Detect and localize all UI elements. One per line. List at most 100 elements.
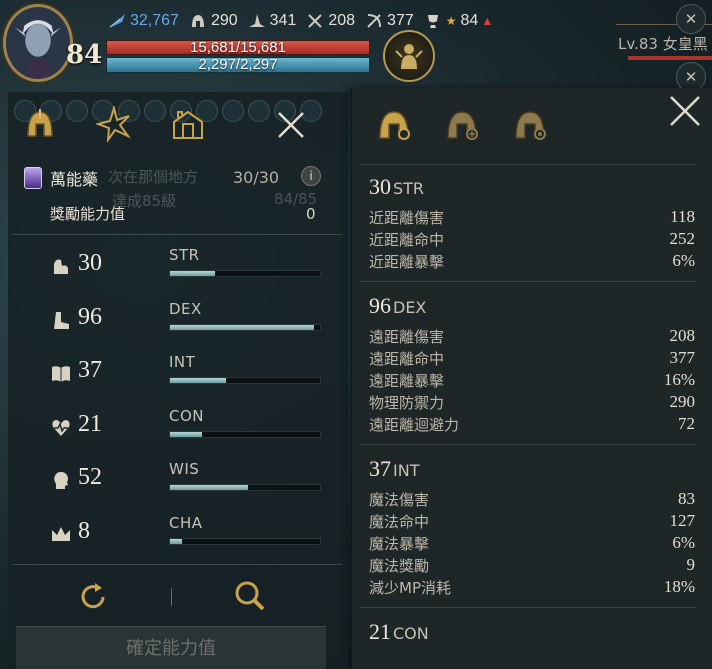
player-level: 84: [66, 40, 103, 70]
separator: [171, 588, 172, 606]
section-abbr: STR: [393, 179, 425, 198]
stat-value: 208: [669, 326, 696, 345]
section-value: 37: [369, 456, 391, 481]
tab-helmet-target[interactable]: [510, 104, 550, 144]
section-header-con: 21 CON: [369, 619, 429, 645]
attribute-row-wis: 52 WIS: [50, 460, 325, 504]
top-hud: 84 32,767 290 341 208 377 ★ 84 ▲ 15,681/…: [0, 0, 712, 92]
attribute-value: 8: [78, 517, 90, 544]
hp-text: 15,681/15,681: [190, 39, 286, 56]
stat-label: 遠距離暴擊: [369, 372, 445, 390]
section-value: 96: [369, 293, 391, 318]
stat-value: 9: [686, 555, 696, 574]
stat-value: 16%: [663, 370, 695, 389]
stat-line: 遠距離暴擊 16%: [369, 370, 695, 392]
helmet-gear-icon: [379, 111, 410, 140]
trophy-stat: ★ 84 ▲: [424, 12, 493, 30]
attribute-row-dex: 96 DEX: [50, 300, 325, 344]
resource-row: 32,767 290 341 208 377 ★ 84 ▲: [108, 10, 503, 32]
confirm-attributes-button[interactable]: 確定能力值: [16, 626, 326, 669]
close-button[interactable]: [276, 110, 306, 140]
attribute-bar: [169, 377, 321, 384]
mp-text: 2,297/2,297: [198, 56, 278, 73]
elixir-potion-icon: [24, 167, 42, 189]
info-icon[interactable]: i: [301, 166, 321, 186]
elixir-count: 30/30: [233, 168, 280, 187]
helmet-stat: 290: [189, 12, 238, 30]
close-button[interactable]: [668, 94, 702, 128]
stat-label: 魔法獎勵: [369, 557, 430, 575]
divider: [360, 444, 696, 445]
buff-icon: [248, 100, 270, 122]
stat-value: 118: [670, 207, 695, 226]
section-header-int: 37 INT: [369, 456, 419, 482]
section-abbr: INT: [393, 461, 420, 480]
crossed-weapons-button[interactable]: ✕: [676, 4, 706, 34]
attribute-bar: [169, 430, 321, 438]
stat-line: 遠距離迴避力 72: [369, 414, 695, 436]
tab-helmet-settings[interactable]: [374, 104, 414, 144]
stat-label: 減少MP消耗: [369, 579, 451, 597]
inspect-button[interactable]: [232, 578, 268, 614]
stat-label: 遠距離傷害: [369, 328, 445, 346]
divider: [12, 234, 342, 235]
section-header-dex: 96 DEX: [369, 293, 426, 319]
helmet-icon: [27, 109, 53, 137]
stat-label: 魔法傷害: [369, 491, 430, 509]
divider: [360, 164, 696, 165]
reset-button[interactable]: [76, 580, 110, 614]
stat-label: 魔法暴擊: [369, 535, 430, 553]
stat-line: 減少MP消耗 18%: [369, 577, 695, 599]
trophy-rank-value: 84: [460, 12, 479, 29]
wizard-hat-icon: [248, 12, 266, 30]
tab-helmet-add[interactable]: [442, 104, 482, 144]
tab-helmet-stats[interactable]: [20, 104, 60, 144]
character-portrait[interactable]: [3, 4, 73, 82]
attribute-bar-fill: [170, 485, 248, 490]
crossed-bows-icon: [365, 12, 383, 30]
class-emblem-icon[interactable]: [383, 30, 435, 82]
trophy-icon: [424, 12, 442, 30]
magnifier-icon: [235, 581, 265, 611]
section-abbr: CON: [393, 624, 429, 643]
target-hp-bar: [628, 56, 712, 60]
stat-value: 83: [678, 489, 695, 508]
tab-building[interactable]: [168, 104, 208, 144]
attribute-row-cha: 8 CHA: [50, 514, 325, 558]
stat-value: 72: [678, 414, 695, 433]
stat-line: 遠距離命中 377: [369, 348, 695, 370]
ghost-text: 次在那個地方: [108, 168, 199, 186]
left-tab-bar: [20, 104, 208, 144]
stat-line: 近距離命中 252: [369, 229, 695, 251]
attribute-value: 52: [78, 464, 102, 490]
star-icon: ★: [445, 14, 457, 28]
attribute-row-con: 21 CON: [50, 407, 325, 451]
target-name: Lv.83 女皇黑: [618, 35, 708, 53]
swords-stat: 208: [306, 12, 355, 30]
attribute-name: INT: [169, 353, 196, 371]
attribute-bar-fill: [170, 378, 226, 383]
attribute-value: 96: [78, 303, 102, 330]
tab-starburst[interactable]: [94, 104, 134, 144]
buff-icon: [222, 100, 244, 122]
attribute-value: 30: [78, 250, 102, 276]
stat-label: 魔法命中: [369, 513, 430, 531]
stat-line: 魔法命中 127: [369, 511, 695, 533]
hp-bar: 15,681/15,681: [106, 39, 370, 56]
stat-value: 290: [669, 392, 696, 411]
section-abbr: DEX: [393, 298, 427, 317]
stat-value: 127: [669, 511, 696, 530]
feather-icon: [108, 12, 126, 30]
stat-line: 魔法獎勵 9: [369, 555, 695, 577]
bows-stat: 377: [365, 12, 414, 30]
attribute-row-int: 37 INT: [50, 353, 325, 397]
rank-up-arrow-icon: ▲: [481, 14, 494, 28]
stat-value: 6%: [672, 533, 695, 552]
arm-icon: [50, 256, 72, 278]
stat-line: 魔法暴擊 6%: [369, 533, 695, 555]
refresh-icon: [81, 583, 105, 609]
stat-value: 6%: [672, 251, 695, 270]
stat-label: 近距離命中: [369, 231, 445, 249]
helmet-plus-icon: [447, 111, 478, 140]
stat-value: 252: [669, 229, 696, 248]
